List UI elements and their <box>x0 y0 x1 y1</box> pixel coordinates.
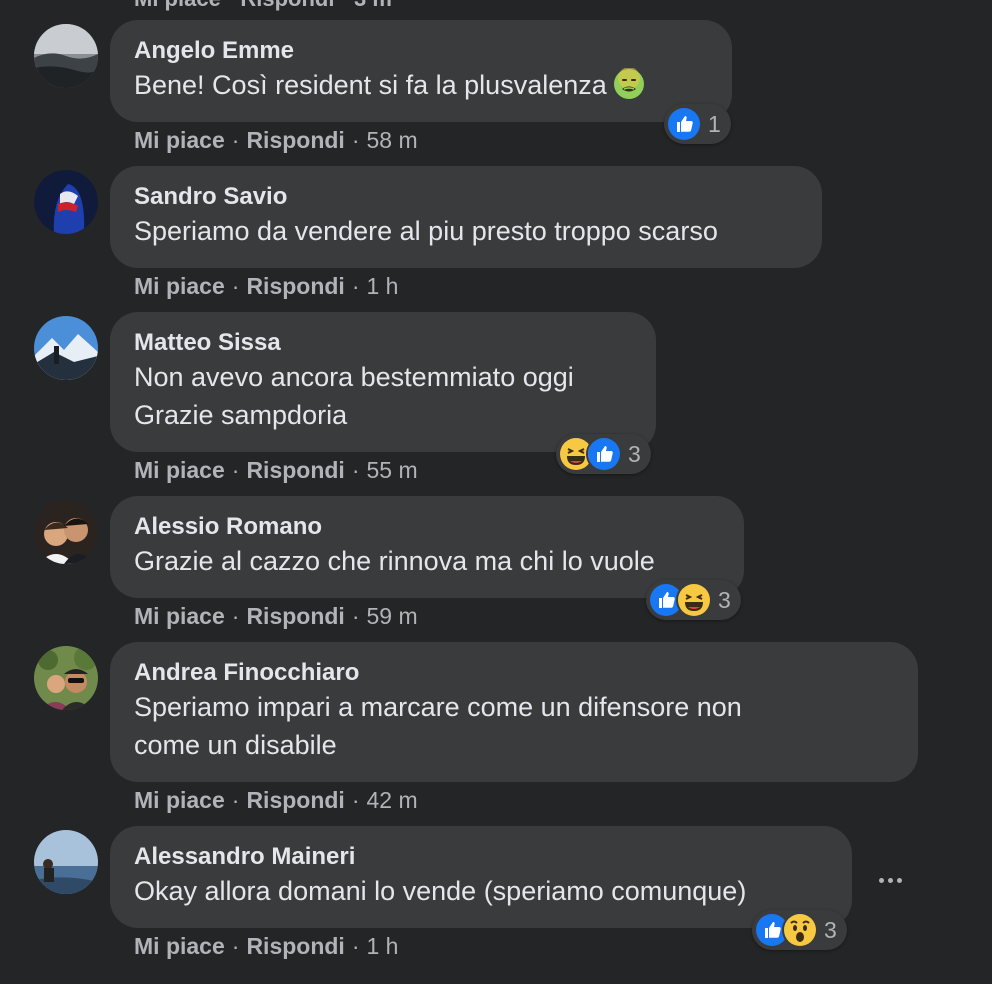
like-icon <box>586 436 622 472</box>
previous-comment-actions: Mi piace · Rispondi · 3 m <box>134 0 392 12</box>
comment-actions: Mi piace · Rispondi · 1 h <box>134 272 398 300</box>
separator: · <box>231 933 240 959</box>
comment-time[interactable]: 1 h <box>367 273 399 299</box>
like-button[interactable]: Mi piace <box>134 457 225 483</box>
reply-button[interactable]: Rispondi <box>246 457 344 483</box>
reply-button[interactable]: Rispondi <box>246 273 344 299</box>
comment-text: Speriamo da vendere al piu presto troppo… <box>134 216 718 246</box>
comment-actions: Mi piace · Rispondi · 55 m <box>134 456 418 484</box>
comment-author[interactable]: Alessio Romano <box>134 512 720 542</box>
like-button[interactable]: Mi piace <box>134 603 225 629</box>
like-button[interactable]: Mi piace <box>134 273 225 299</box>
avatar[interactable] <box>34 646 98 710</box>
separator: · <box>231 457 240 483</box>
like-icon <box>666 106 702 142</box>
reactions-summary[interactable]: 3 <box>752 910 847 950</box>
comment-text: Grazie al cazzo che rinnova ma chi lo vu… <box>134 546 655 576</box>
separator: · <box>231 603 240 629</box>
avatar[interactable] <box>34 24 98 88</box>
reply-button[interactable]: Rispondi <box>246 127 344 153</box>
comment-bubble: Alessandro Maineri Okay allora domani lo… <box>110 826 852 928</box>
reactions-summary[interactable]: 1 <box>664 104 731 144</box>
dot <box>887 877 893 883</box>
reaction-count: 1 <box>708 110 721 137</box>
comment-author[interactable]: Alessandro Maineri <box>134 842 828 872</box>
comment-actions: Mi piace · Rispondi · 1 h <box>134 932 398 960</box>
separator: · <box>351 603 360 629</box>
separator: · <box>351 457 360 483</box>
comment-bubble: Sandro Savio Speriamo da vendere al piu … <box>110 166 822 268</box>
comment-time[interactable]: 55 m <box>367 457 418 483</box>
comment-author[interactable]: Sandro Savio <box>134 182 798 212</box>
comment-text-line: Speriamo impari a marcare come un difens… <box>134 692 742 722</box>
more-options-icon[interactable] <box>872 862 908 898</box>
like-button[interactable]: Mi piace <box>134 127 225 153</box>
comment-author[interactable]: Angelo Emme <box>134 36 708 66</box>
avatar[interactable] <box>34 500 98 564</box>
like-button[interactable]: Mi piace <box>134 787 225 813</box>
comment-text-line: come un disabile <box>134 730 337 760</box>
dot <box>878 877 884 883</box>
comment-text-line: Non avevo ancora bestemmiato oggi <box>134 362 574 392</box>
wow-icon <box>782 912 818 948</box>
separator: · <box>351 273 360 299</box>
avatar[interactable] <box>34 170 98 234</box>
comment-text: Okay allora domani lo vende (speriamo co… <box>134 876 747 906</box>
comment-time[interactable]: 1 h <box>367 933 399 959</box>
separator: · <box>231 127 240 153</box>
comment-author[interactable]: Matteo Sissa <box>134 328 632 358</box>
like-button[interactable]: Mi piace <box>134 933 225 959</box>
separator: · <box>351 787 360 813</box>
comment-bubble: Matteo Sissa Non avevo ancora bestemmiat… <box>110 312 656 452</box>
reply-button[interactable]: Rispondi <box>246 933 344 959</box>
haha-icon <box>676 582 712 618</box>
reactions-summary[interactable]: 3 <box>556 434 651 474</box>
reactions-summary[interactable]: 3 <box>646 580 741 620</box>
comment-line: Bene! Così resident si fa la plusvalenza <box>134 70 607 100</box>
comment-actions: Mi piace · Rispondi · 42 m <box>134 786 418 814</box>
reaction-count: 3 <box>824 916 837 943</box>
comment-time[interactable]: 42 m <box>367 787 418 813</box>
dot <box>896 877 902 883</box>
reaction-count: 3 <box>718 586 731 613</box>
comment-bubble: Angelo Emme Bene! Così resident si fa la… <box>110 20 732 122</box>
comment-actions: Mi piace · Rispondi · 58 m <box>134 126 418 154</box>
separator: · <box>231 787 240 813</box>
comment-time[interactable]: 59 m <box>367 603 418 629</box>
separator: · <box>351 127 360 153</box>
comment-text: Bene! Così resident si fa la plusvalenza <box>134 66 708 104</box>
comments-panel: Mi piace · Rispondi · 3 m Angelo Emme Be… <box>0 0 992 984</box>
comment-author[interactable]: Andrea Finocchiaro <box>134 658 894 688</box>
reaction-count: 3 <box>628 440 641 467</box>
reply-button[interactable]: Rispondi <box>246 787 344 813</box>
avatar[interactable] <box>34 316 98 380</box>
comment-actions: Mi piace · Rispondi · 59 m <box>134 602 418 630</box>
avatar[interactable] <box>34 830 98 894</box>
nauseated-face-icon <box>613 67 645 100</box>
separator: · <box>231 273 240 299</box>
comment-text-line: Grazie sampdoria <box>134 400 348 430</box>
reply-button[interactable]: Rispondi <box>246 603 344 629</box>
comment-bubble: Alessio Romano Grazie al cazzo che rinno… <box>110 496 744 598</box>
separator: · <box>351 933 360 959</box>
comment-bubble: Andrea Finocchiaro Speriamo impari a mar… <box>110 642 918 782</box>
comment-time[interactable]: 58 m <box>367 127 418 153</box>
